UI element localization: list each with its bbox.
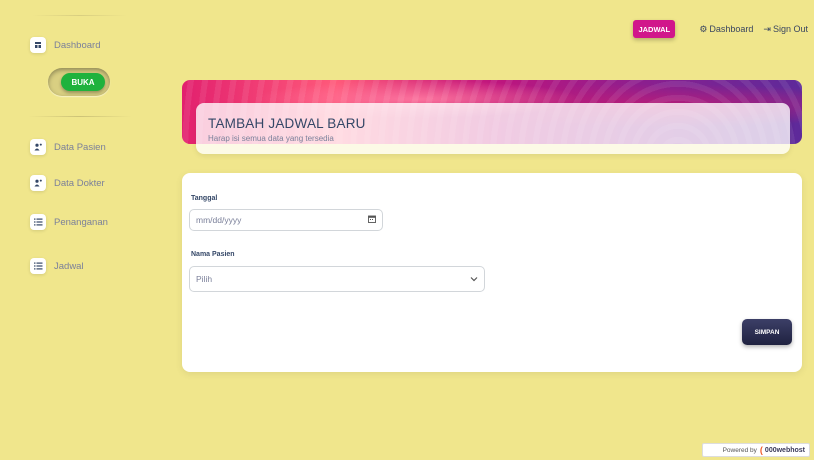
list-icon — [30, 258, 46, 274]
dashboard-link[interactable]: ⚙ Dashboard — [699, 24, 753, 35]
header-card: TAMBAH JADWAL BARU Harap isi semua data … — [196, 103, 790, 154]
sidebar: Dashboard BUKA Data Pasien Data Dokter P… — [0, 0, 140, 460]
buka-button[interactable]: BUKA — [61, 73, 105, 91]
sign-out-icon: ⇥ — [763, 23, 771, 34]
sidebar-item-label: Data Pasien — [54, 141, 106, 153]
sign-out-label: Sign Out — [772, 24, 808, 34]
sidebar-item-data-dokter[interactable]: Data Dokter — [30, 175, 105, 191]
form-card: Tanggal mm/dd/yyyy Nama Pasien Pilih SIM… — [182, 173, 802, 372]
user-group-icon — [30, 139, 46, 155]
tanggal-label: Tanggal — [191, 195, 218, 202]
powered-by-badge[interactable]: Powered by ( 000webhost — [702, 443, 810, 457]
tanggal-date-input[interactable]: mm/dd/yyyy — [189, 209, 383, 231]
jadwal-button[interactable]: JADWAL — [633, 20, 676, 38]
sidebar-item-label: Data Dokter — [54, 177, 105, 189]
page-subtitle: Harap isi semua data yang tersedia — [208, 134, 334, 143]
list-icon — [30, 214, 46, 230]
buka-toggle-track: BUKA — [48, 68, 110, 96]
home-icon — [30, 37, 46, 53]
calendar-icon[interactable] — [368, 215, 376, 225]
user-group-icon — [30, 175, 46, 191]
nama-pasien-label: Nama Pasien — [191, 251, 235, 258]
sidebar-item-label: Penanganan — [54, 216, 108, 228]
sidebar-item-jadwal[interactable]: Jadwal — [30, 258, 84, 274]
sidebar-item-label: Jadwal — [54, 260, 84, 272]
top-navbar: JADWAL ⚙ Dashboard ⇥ Sign Out — [633, 20, 808, 38]
sidebar-item-dashboard[interactable]: Dashboard — [30, 37, 100, 53]
powered-by-brand: 000webhost — [764, 446, 805, 454]
sidebar-item-label: Dashboard — [54, 39, 101, 51]
gear-icon: ⚙ — [699, 23, 708, 34]
sign-out-link[interactable]: ⇥ Sign Out — [763, 24, 808, 35]
webhost-logo-icon: ( — [759, 445, 763, 455]
nama-pasien-select[interactable]: Pilih — [189, 266, 485, 292]
sidebar-divider — [28, 116, 132, 117]
sidebar-item-penanganan[interactable]: Penanganan — [30, 214, 108, 230]
sidebar-item-data-pasien[interactable]: Data Pasien — [30, 139, 106, 155]
sidebar-top-divider — [32, 15, 127, 16]
nama-pasien-selected: Pilih — [196, 274, 213, 284]
tanggal-placeholder: mm/dd/yyyy — [196, 215, 242, 225]
dashboard-link-label: Dashboard — [709, 24, 754, 34]
simpan-button[interactable]: SIMPAN — [742, 319, 792, 345]
powered-by-label: Powered by — [722, 446, 757, 454]
chevron-down-icon — [470, 274, 478, 284]
page-title: TAMBAH JADWAL BARU — [208, 116, 366, 131]
